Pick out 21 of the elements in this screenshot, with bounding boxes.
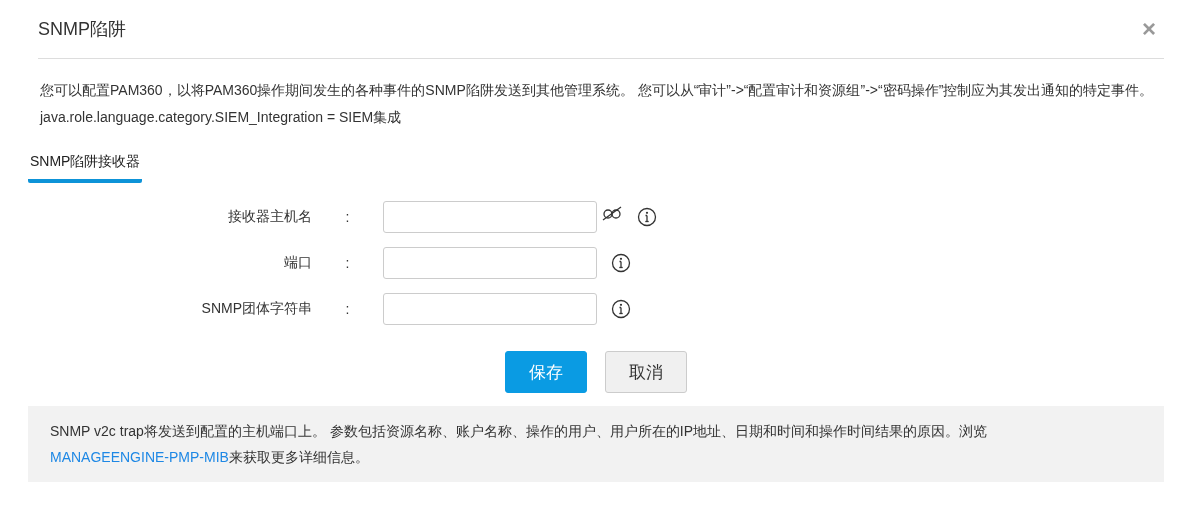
input-field[interactable] [383, 293, 597, 325]
hidden-eye-icon[interactable] [601, 205, 623, 221]
cancel-button[interactable]: 取消 [605, 351, 687, 393]
field-label: SNMP团体字符串 [200, 300, 312, 318]
colon: : [344, 301, 351, 317]
close-button[interactable]: × [1134, 15, 1164, 43]
input-field[interactable] [383, 201, 597, 233]
tab[interactable]: SNMP陷阱接收器 [28, 149, 143, 183]
mib-link[interactable]: MANAGEENGINE-PMP-MIB [50, 449, 229, 465]
info-note: SNMP v2c trap将发送到配置的主机端口上。 参数包括资源名称、账户名称、操作的用户、用户所在的IP地址、日期和时间和操作时间结果的原因。浏览 MANAGEENGINE-PMP-MIB来获取更多详细信息。 [28, 406, 1164, 482]
field-label: 端口 [283, 254, 312, 272]
info-icon[interactable] [637, 207, 657, 227]
description-text: 您可以配置PAM360，以将PAM360操作期间发生的各种事件的SNMP陷阱发送到其他管理系统。 您可以从“审计”->“配置审计和资源组”->“密码操作”控制应为其发出通知的特定事件。 java.role.language.category.SIEM_Integration = SIEM集成 [40, 81, 1155, 127]
dialog-title: SNMP陷阱 [38, 18, 126, 41]
save-button[interactable]: 保存 [505, 351, 587, 393]
info-icon[interactable] [611, 253, 631, 273]
field-label: 接收器主机名 [227, 208, 312, 226]
colon: : [344, 209, 351, 225]
colon: : [344, 255, 351, 271]
input-field[interactable] [383, 247, 597, 279]
info-icon[interactable] [611, 299, 631, 319]
